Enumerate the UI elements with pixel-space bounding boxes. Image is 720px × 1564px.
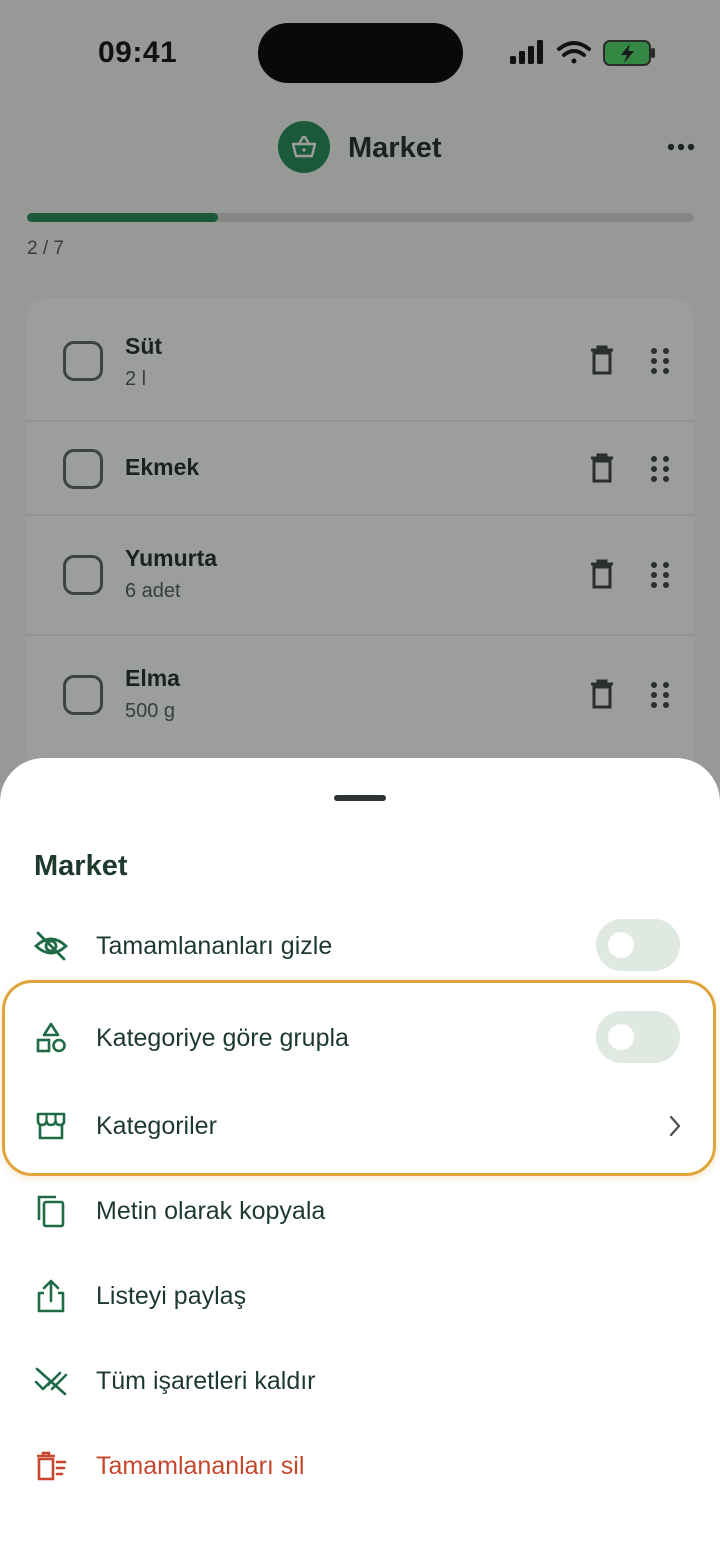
delete-list-icon bbox=[34, 1449, 68, 1483]
highlight-outline bbox=[2, 980, 716, 1176]
sheet-title: Market bbox=[34, 850, 128, 882]
option-label: Tamamlananları gizle bbox=[96, 932, 333, 960]
option-share-list[interactable]: Listeyi paylaş bbox=[0, 1261, 720, 1331]
option-uncheck-all[interactable]: Tüm işaretleri kaldır bbox=[0, 1346, 720, 1416]
hide-completed-toggle[interactable] bbox=[596, 919, 680, 971]
option-label: Tüm işaretleri kaldır bbox=[96, 1367, 316, 1395]
toggle-knob bbox=[608, 932, 634, 958]
sheet-grabber[interactable] bbox=[334, 795, 386, 801]
option-label: Listeyi paylaş bbox=[96, 1282, 247, 1310]
eye-off-icon bbox=[34, 929, 68, 963]
app-screen: 09:41 Market 2 / 7 Süt 2 l Ekmek Yumurta… bbox=[0, 0, 720, 1564]
copy-icon bbox=[34, 1194, 68, 1228]
option-label: Metin olarak kopyala bbox=[96, 1197, 326, 1225]
option-delete-completed[interactable]: Tamamlananları sil bbox=[0, 1431, 720, 1501]
uncheck-all-icon bbox=[34, 1364, 68, 1398]
option-copy-as-text[interactable]: Metin olarak kopyala bbox=[0, 1176, 720, 1246]
option-label: Tamamlananları sil bbox=[96, 1452, 305, 1480]
share-icon bbox=[34, 1279, 68, 1313]
option-hide-completed[interactable]: Tamamlananları gizle bbox=[0, 911, 720, 981]
